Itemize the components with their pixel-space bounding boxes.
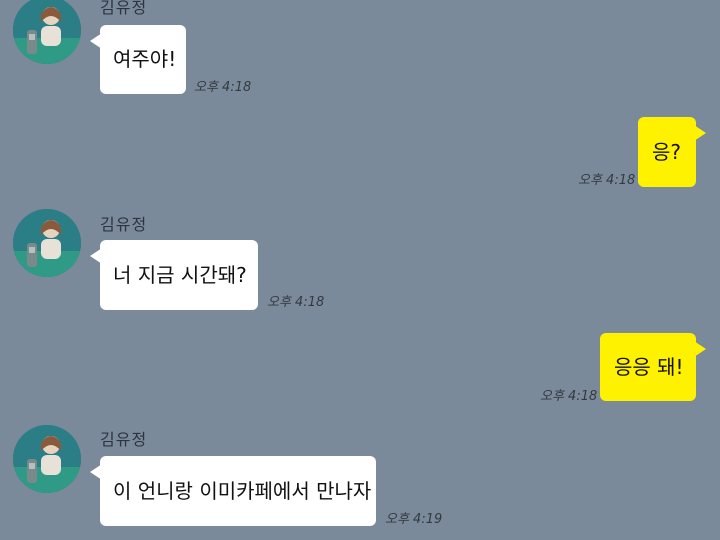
message-bubble[interactable]: 이 언니랑 이미카페에서 만나자 (90, 456, 376, 526)
message-bubble[interactable]: 응응 돼! (600, 333, 706, 401)
chat-thread[interactable]: 김유정 여주야! 오후 4:18 오후 4:18 응? 김유정 너 지금 시간돼… (0, 0, 720, 540)
message-time: 오후 4:18 (194, 80, 252, 95)
sender-name: 김유정 (100, 430, 148, 449)
avatar-photo-icon (13, 425, 81, 493)
sender-avatar[interactable] (13, 0, 81, 64)
message-bubble[interactable]: 여주야! (90, 25, 186, 94)
message-outgoing: 오후 4:18 응? (0, 110, 720, 200)
message-bubble[interactable]: 너 지금 시간돼? (90, 240, 258, 310)
avatar-photo-icon (13, 209, 81, 277)
message-time: 오후 4:19 (385, 512, 443, 527)
message-time: 오후 4:18 (578, 173, 636, 188)
message-incoming: 김유정 여주야! 오후 4:18 (0, 0, 720, 100)
sender-avatar[interactable] (13, 209, 81, 277)
message-time: 오후 4:18 (540, 389, 598, 404)
sender-name: 김유정 (100, 215, 148, 234)
message-incoming: 김유정 너 지금 시간돼? 오후 4:18 (0, 205, 720, 315)
message-outgoing: 오후 4:18 응응 돼! (0, 325, 720, 410)
sender-name: 김유정 (100, 0, 148, 17)
sender-avatar[interactable] (13, 425, 81, 493)
message-bubble[interactable]: 응? (638, 117, 706, 187)
avatar-photo-icon (13, 0, 81, 64)
message-incoming: 김유정 이 언니랑 이미카페에서 만나자 오후 4:19 (0, 420, 720, 540)
message-time: 오후 4:18 (267, 295, 325, 310)
